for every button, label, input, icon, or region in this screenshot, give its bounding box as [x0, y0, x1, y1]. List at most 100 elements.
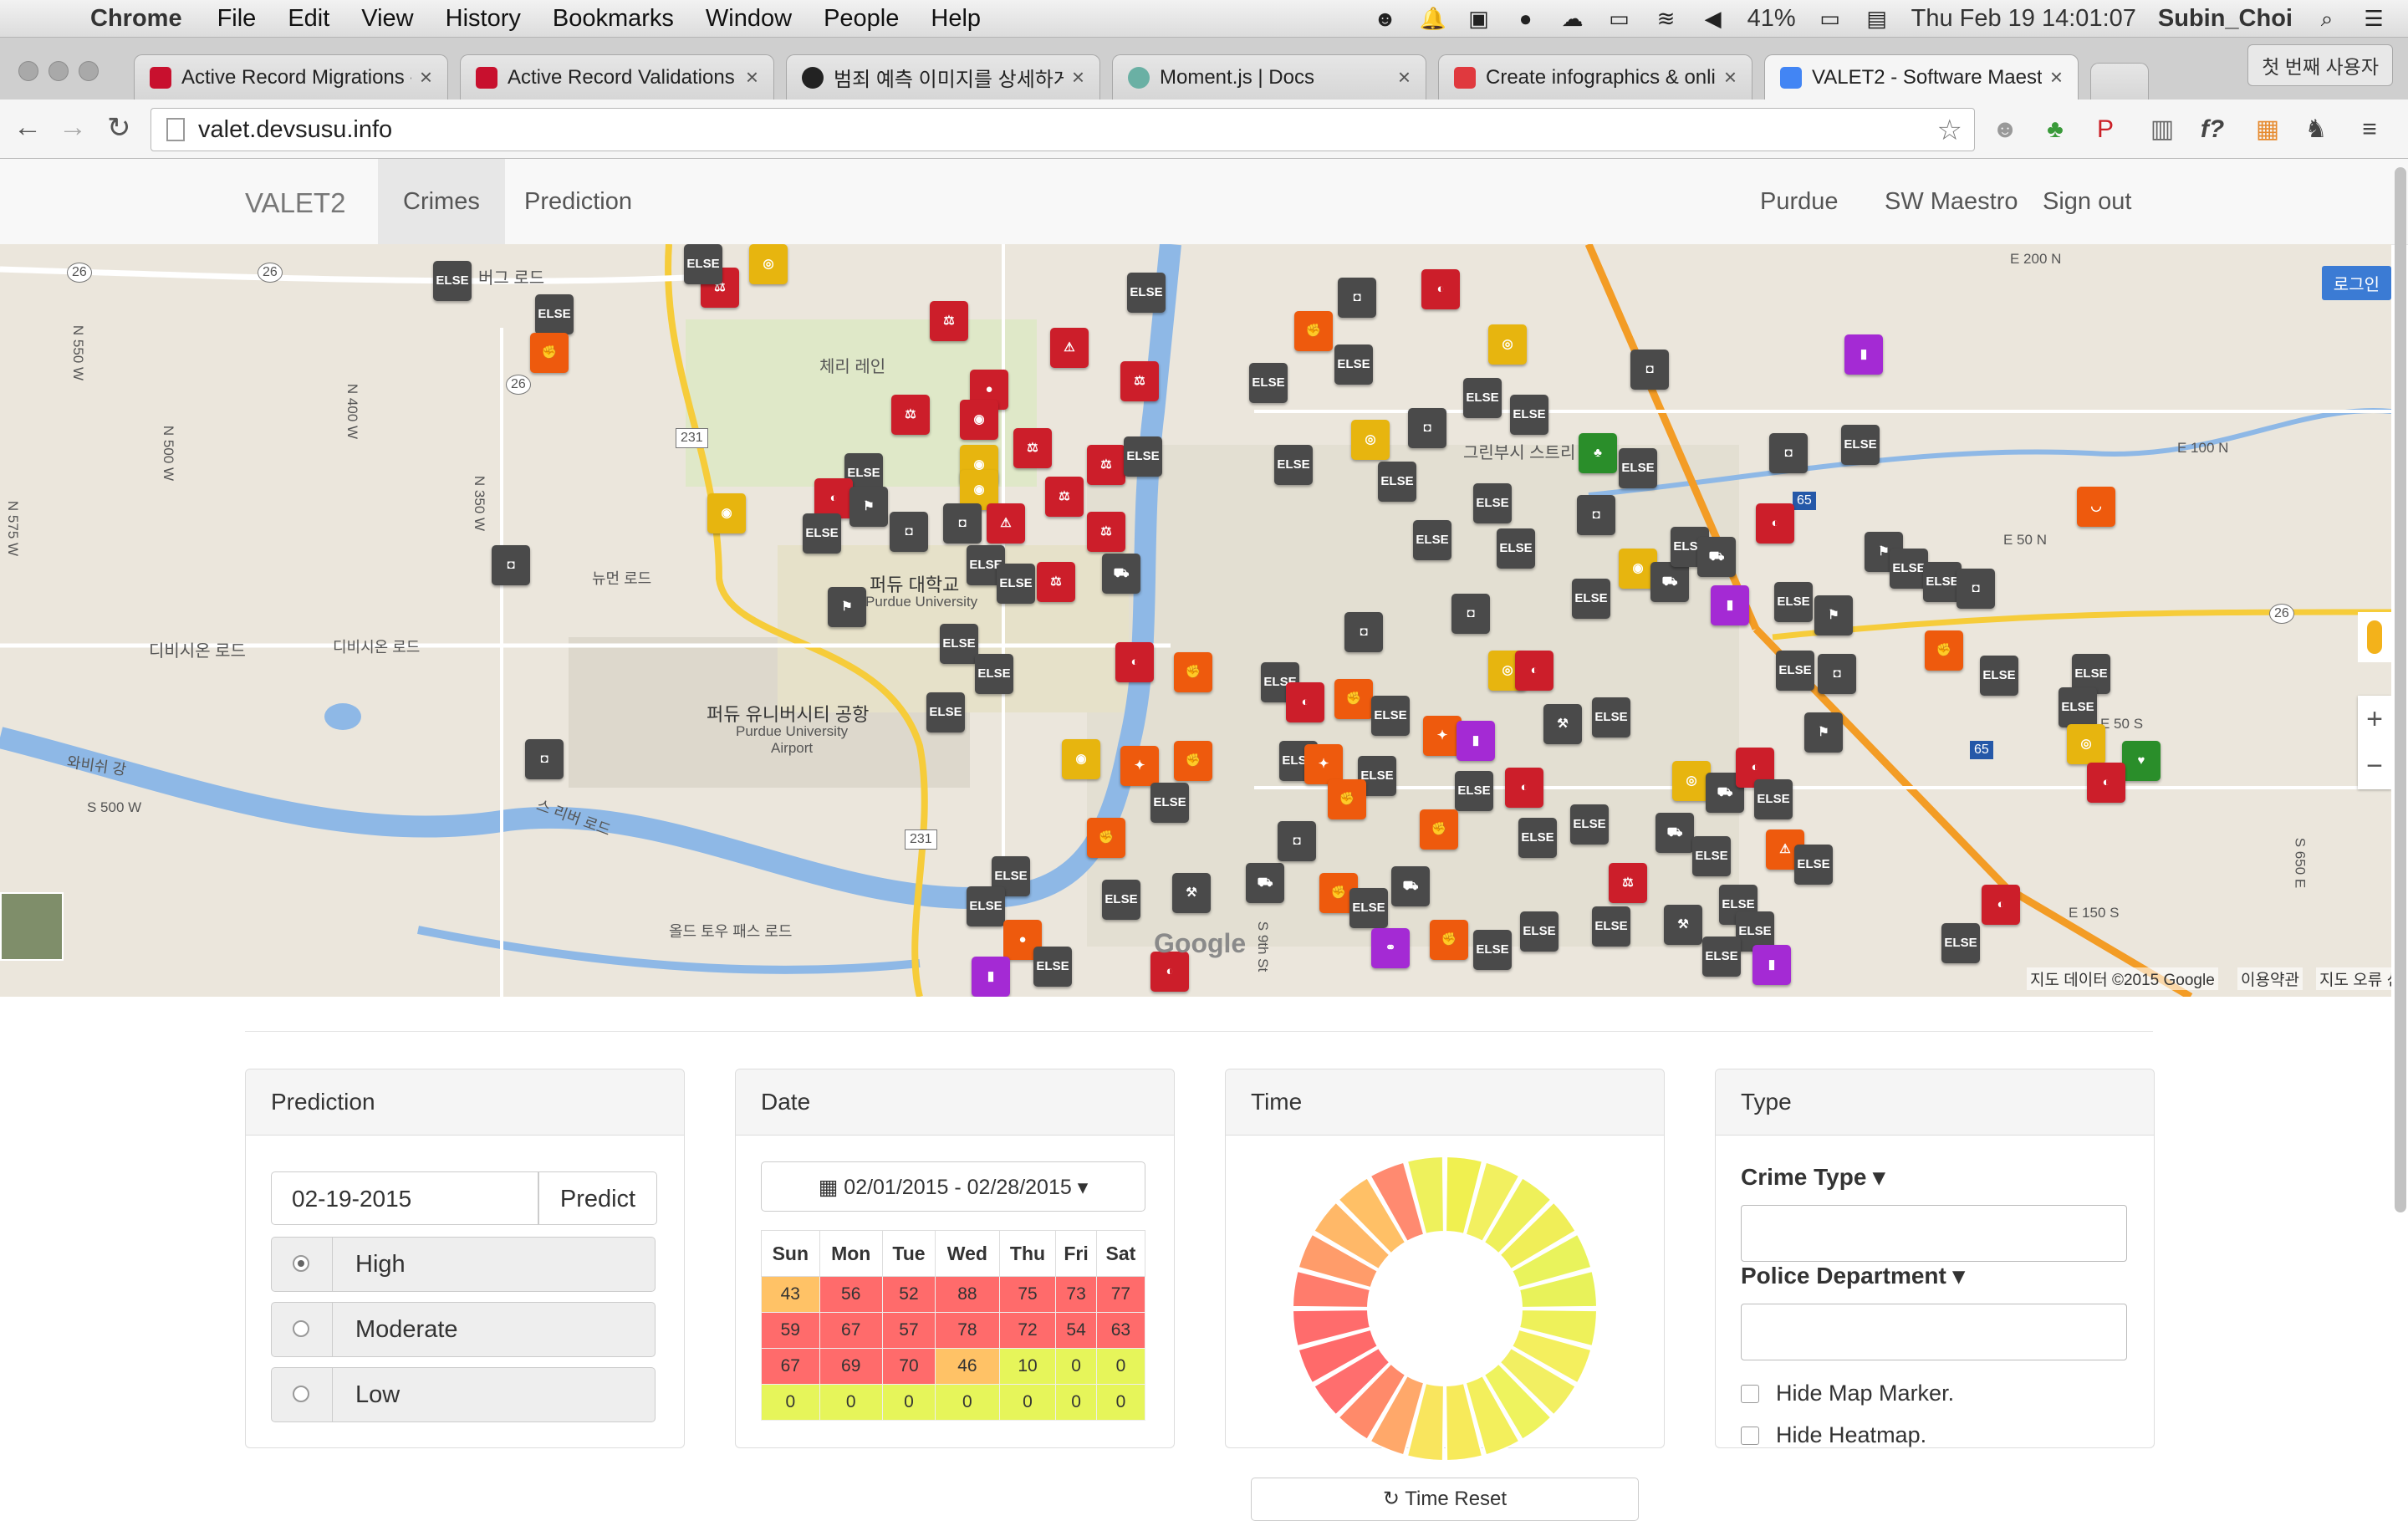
crime-marker[interactable]: ✦	[1304, 744, 1343, 784]
zoom-in-button[interactable]: +	[2358, 696, 2391, 743]
crime-marker[interactable]: ✊	[1925, 630, 1963, 671]
zoom-out-button[interactable]: −	[2358, 743, 2391, 789]
pinterest-extension-icon[interactable]: P	[2090, 115, 2120, 145]
crime-marker[interactable]: ◘	[1344, 612, 1383, 652]
crime-marker[interactable]: ◘	[1956, 569, 1995, 609]
crime-marker[interactable]: ◘	[1630, 350, 1669, 390]
crime-marker[interactable]: ⚖	[1045, 477, 1084, 517]
crime-marker[interactable]: ELSE	[1497, 528, 1535, 569]
calendar-day-cell[interactable]: 0	[761, 1384, 820, 1421]
crime-marker[interactable]: ELSE	[1592, 906, 1630, 947]
crime-marker[interactable]: ELSE	[1127, 273, 1166, 313]
crime-marker[interactable]: ELSE	[1570, 804, 1609, 845]
crime-marker[interactable]: ELSE	[1274, 445, 1313, 485]
crime-marker[interactable]: ✊	[1294, 311, 1333, 351]
crime-marker[interactable]: ELSE	[684, 244, 722, 284]
calendar-day-cell[interactable]: 54	[1055, 1312, 1097, 1349]
radio-button[interactable]	[272, 1368, 333, 1421]
calendar-day-cell[interactable]: 70	[881, 1348, 936, 1385]
crime-marker[interactable]: ELSE	[1473, 930, 1512, 970]
calendar-day-cell[interactable]: 0	[881, 1384, 936, 1421]
calendar-day-cell[interactable]: 0	[1095, 1348, 1146, 1385]
menu-help[interactable]: Help	[931, 5, 981, 33]
crime-marker[interactable]: ELSE	[1413, 520, 1451, 560]
browser-tab-active[interactable]: VALET2 - Software Maestr ×	[1764, 54, 2079, 100]
crime-marker[interactable]: ◘	[890, 512, 928, 552]
reader-extension-icon[interactable]: ▥	[2147, 115, 2177, 145]
menu-bookmarks[interactable]: Bookmarks	[553, 5, 674, 33]
back-arrow-icon[interactable]: ←	[13, 111, 42, 144]
crime-marker[interactable]: ✊	[1174, 741, 1212, 781]
crime-marker[interactable]: ELSE	[1841, 425, 1880, 465]
crime-marker[interactable]: ⛟	[1650, 562, 1689, 602]
chat-status-icon[interactable]: ●	[1513, 7, 1538, 30]
crime-marker[interactable]: ELSE	[1033, 947, 1072, 987]
menu-history[interactable]: History	[446, 5, 521, 33]
crime-marker[interactable]: ELSE	[1980, 656, 2018, 696]
crime-marker[interactable]: ◘	[525, 739, 564, 779]
crime-marker[interactable]: ◐	[1115, 642, 1154, 682]
crime-marker[interactable]: ◘	[1338, 278, 1376, 318]
tab-close-icon[interactable]: ×	[1398, 64, 1411, 90]
crime-marker[interactable]: ◐	[1982, 885, 2020, 925]
calendar-day-cell[interactable]: 0	[1055, 1384, 1097, 1421]
tab-close-icon[interactable]: ×	[746, 64, 758, 90]
predict-button[interactable]: Predict	[538, 1171, 657, 1225]
crime-marker[interactable]: ⚖	[1087, 445, 1125, 485]
crime-marker[interactable]: ELSE	[1349, 888, 1388, 928]
crime-marker[interactable]: ELSE	[1776, 651, 1814, 691]
ghostery-extension-icon[interactable]: ☻	[1990, 115, 2020, 145]
page-scrollbar[interactable]	[2395, 167, 2406, 1212]
crime-marker[interactable]: ELSE	[1520, 911, 1559, 952]
radio-button[interactable]	[272, 1238, 333, 1291]
calendar-day-cell[interactable]: 57	[881, 1312, 936, 1349]
crime-marker[interactable]: ◘	[1278, 821, 1316, 861]
calendar-day-cell[interactable]: 75	[998, 1276, 1057, 1313]
crime-marker[interactable]: ◉	[707, 493, 746, 533]
crime-marker[interactable]: ▮	[1752, 945, 1791, 985]
screenshot-status-icon[interactable]: ▣	[1467, 7, 1492, 30]
crime-marker[interactable]: ELSE	[1150, 783, 1189, 823]
crime-marker[interactable]: ⚠	[987, 503, 1025, 544]
prediction-date-input[interactable]: 02-19-2015	[271, 1171, 538, 1225]
hide-heatmap-checkbox[interactable]: Hide Heatmap.	[1741, 1422, 1926, 1448]
crime-marker[interactable]: ELSE	[1334, 345, 1373, 385]
forward-arrow-icon[interactable]: →	[59, 111, 87, 144]
browser-tab[interactable]: Active Record Migrations - ×	[134, 54, 448, 100]
tab-close-icon[interactable]: ×	[1072, 64, 1084, 90]
date-range-picker[interactable]: ▦ 02/01/2015 - 02/28/2015 ▾	[761, 1161, 1145, 1212]
crime-marker[interactable]: ✊	[1430, 920, 1468, 960]
us-flag-icon[interactable]: ▤	[1865, 7, 1890, 30]
crime-marker[interactable]: ELSE	[967, 886, 1005, 926]
crime-marker[interactable]: ⚠	[1050, 328, 1089, 368]
calendar-day-cell[interactable]: 0	[998, 1384, 1057, 1421]
calendar-day-cell[interactable]: 0	[819, 1384, 883, 1421]
calendar-day-cell[interactable]: 63	[1095, 1312, 1146, 1349]
crime-marker[interactable]: ELSE	[803, 513, 841, 554]
crime-marker[interactable]: ⛟	[1391, 866, 1430, 906]
crime-marker[interactable]: ELSE	[1463, 378, 1502, 418]
calendar-day-cell[interactable]: 0	[935, 1384, 1000, 1421]
browser-tab[interactable]: Create infographics & onlin ×	[1438, 54, 1752, 100]
address-url[interactable]: valet.devsusu.info	[198, 116, 392, 144]
calendar-day-cell[interactable]: 52	[881, 1276, 936, 1313]
nav-sw-maestro[interactable]: SW Maestro	[1860, 159, 2043, 244]
crime-marker[interactable]: ELSE	[975, 654, 1013, 694]
crime-marker[interactable]: ELSE	[1249, 363, 1288, 403]
spotlight-search-icon[interactable]: ⌕	[2314, 7, 2339, 30]
wifi-icon[interactable]: ≋	[1654, 7, 1679, 30]
crime-marker[interactable]: ▮	[1711, 585, 1749, 625]
checkbox[interactable]	[1741, 1384, 1759, 1403]
calendar-day-cell[interactable]: 67	[819, 1312, 883, 1349]
cloud-status-icon[interactable]: ☁	[1560, 7, 1585, 30]
crime-marker[interactable]: ✊	[1334, 679, 1373, 719]
crime-marker[interactable]: ◐	[1505, 768, 1543, 808]
nav-crimes[interactable]: Crimes	[378, 159, 505, 244]
crime-marker[interactable]: ELSE	[1102, 880, 1140, 920]
volume-icon[interactable]: ◀	[1701, 7, 1726, 30]
crime-marker[interactable]: ⚑	[1804, 712, 1843, 753]
map-report-link[interactable]: 지도 오류 신고	[2316, 967, 2391, 990]
tab-close-icon[interactable]: ×	[420, 64, 432, 90]
notification-bell-icon[interactable]: 🔔	[1420, 7, 1446, 30]
crime-marker[interactable]: ⛟	[1102, 554, 1140, 594]
